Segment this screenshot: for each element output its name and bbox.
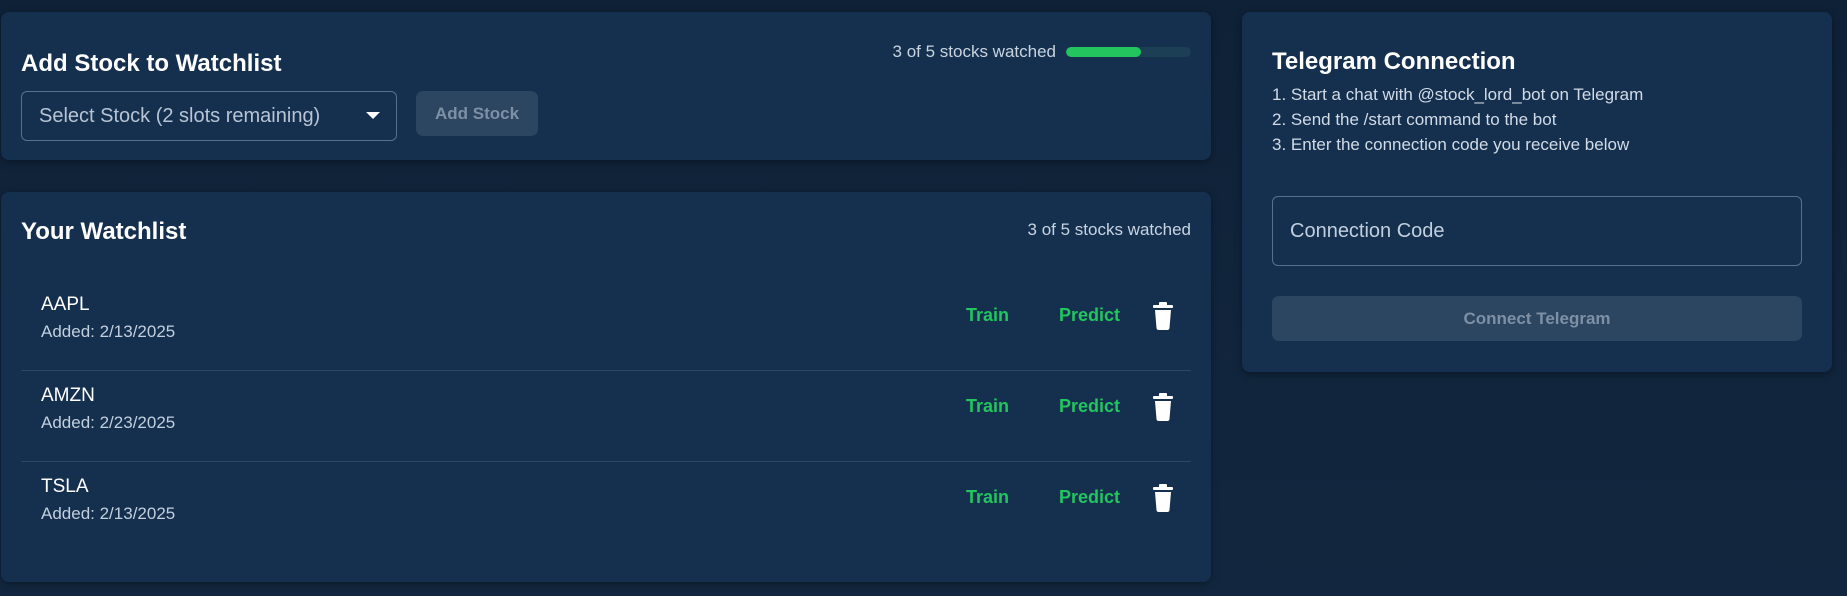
trash-icon[interactable] — [1151, 302, 1175, 330]
list-item: TSLA Added: 2/13/2025 Train Predict — [21, 462, 1191, 553]
page: Add Stock to Watchlist 3 of 5 stocks wat… — [0, 0, 1847, 596]
watch-quota-progress — [1066, 47, 1191, 57]
train-button[interactable]: Train — [966, 305, 1009, 326]
stock-added-date: Added: 2/13/2025 — [41, 504, 176, 523]
stock-select[interactable]: Select Stock (2 slots remaining) — [21, 91, 397, 141]
add-stock-title: Add Stock to Watchlist — [21, 50, 282, 77]
watchlist-title: Your Watchlist — [21, 218, 187, 245]
telegram-step: 2. Send the /start command to the bot — [1272, 110, 1557, 129]
stock-added-date: Added: 2/23/2025 — [41, 413, 176, 432]
watchlist-card: Your Watchlist 3 of 5 stocks watched AAP… — [1, 192, 1211, 582]
stock-symbol: AAPL — [41, 294, 90, 315]
telegram-step: 3. Enter the connection code you receive… — [1272, 135, 1630, 154]
stock-symbol: AMZN — [41, 385, 95, 406]
predict-button[interactable]: Predict — [1059, 305, 1120, 326]
trash-icon[interactable] — [1151, 393, 1175, 421]
stock-select-value: Select Stock (2 slots remaining) — [39, 104, 321, 127]
connection-code-input[interactable] — [1272, 196, 1802, 266]
watch-quota-progress-fill — [1066, 47, 1141, 57]
telegram-steps: 1. Start a chat with @stock_lord_bot on … — [1272, 82, 1643, 157]
watchlist-list: AAPL Added: 2/13/2025 Train Predict AMZN… — [21, 280, 1191, 553]
chevron-down-icon — [366, 112, 380, 119]
train-button[interactable]: Train — [966, 396, 1009, 417]
train-button[interactable]: Train — [966, 487, 1009, 508]
list-item: AAPL Added: 2/13/2025 Train Predict — [21, 280, 1191, 371]
connect-telegram-button[interactable]: Connect Telegram — [1272, 296, 1802, 341]
telegram-title: Telegram Connection — [1272, 48, 1516, 75]
list-item: AMZN Added: 2/23/2025 Train Predict — [21, 371, 1191, 462]
telegram-card: Telegram Connection 1. Start a chat with… — [1242, 12, 1832, 372]
add-stock-button[interactable]: Add Stock — [416, 91, 538, 136]
trash-icon[interactable] — [1151, 484, 1175, 512]
stock-added-date: Added: 2/13/2025 — [41, 322, 176, 341]
watchlist-quota-text: 3 of 5 stocks watched — [1027, 220, 1191, 239]
predict-button[interactable]: Predict — [1059, 396, 1120, 417]
add-stock-card: Add Stock to Watchlist 3 of 5 stocks wat… — [1, 12, 1211, 160]
stock-symbol: TSLA — [41, 476, 89, 497]
watch-quota: 3 of 5 stocks watched — [893, 42, 1191, 62]
predict-button[interactable]: Predict — [1059, 487, 1120, 508]
telegram-step: 1. Start a chat with @stock_lord_bot on … — [1272, 85, 1644, 104]
watch-quota-text: 3 of 5 stocks watched — [892, 42, 1056, 61]
